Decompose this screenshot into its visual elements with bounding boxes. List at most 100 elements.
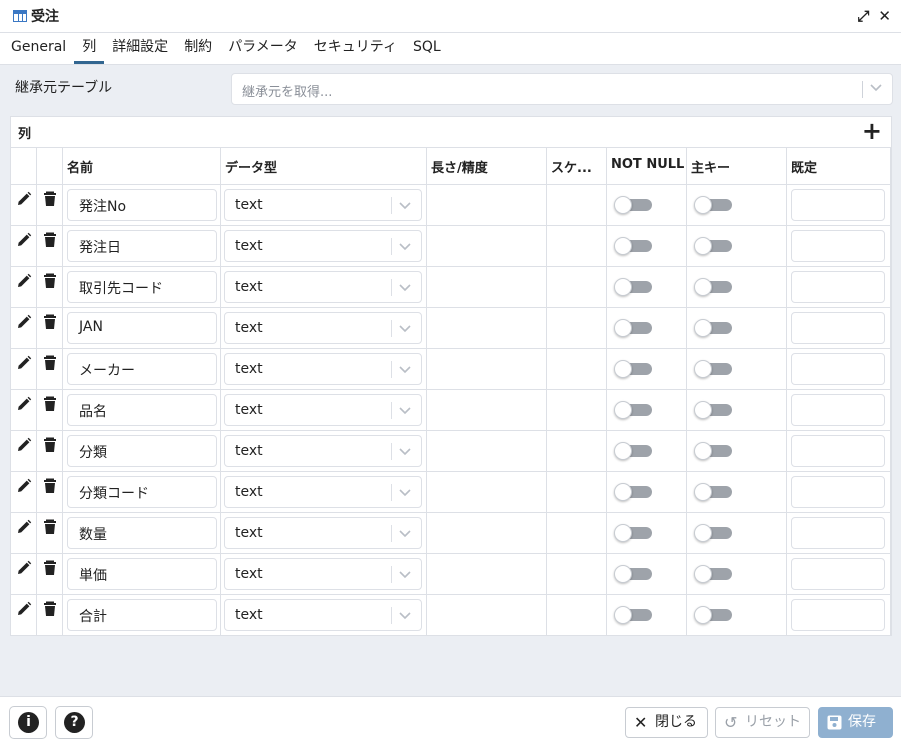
data-type-select[interactable]: text — [224, 558, 422, 590]
close-button[interactable]: ✕ 閉じる — [625, 707, 708, 738]
trash-icon[interactable] — [42, 560, 58, 576]
primary-key-toggle[interactable] — [694, 401, 732, 419]
trash-icon[interactable] — [42, 273, 58, 289]
pencil-icon[interactable] — [16, 232, 32, 248]
save-button[interactable]: 保存 — [818, 707, 893, 738]
pencil-icon[interactable] — [16, 560, 32, 576]
pencil-icon[interactable] — [16, 273, 32, 289]
data-type-select[interactable]: text — [224, 517, 422, 549]
data-type-select[interactable]: text — [224, 189, 422, 221]
column-name-input[interactable]: 数量 — [67, 517, 217, 549]
not-null-toggle[interactable] — [614, 483, 652, 501]
data-type-select[interactable]: text — [224, 435, 422, 467]
info-button[interactable]: i — [9, 706, 47, 739]
inherit-select[interactable]: 継承元を取得... — [231, 73, 893, 105]
data-type-value: text — [235, 443, 263, 459]
tab-advanced[interactable]: 詳細設定 — [104, 33, 176, 64]
column-name-input[interactable]: 発注日 — [67, 230, 217, 262]
primary-key-toggle[interactable] — [694, 483, 732, 501]
column-name-input[interactable]: 合計 — [67, 599, 217, 631]
default-value-input[interactable] — [791, 476, 885, 508]
not-null-toggle[interactable] — [614, 237, 652, 255]
default-value-input[interactable] — [791, 394, 885, 426]
pencil-icon[interactable] — [16, 601, 32, 617]
pencil-icon[interactable] — [16, 314, 32, 330]
primary-key-toggle[interactable] — [694, 360, 732, 378]
not-null-toggle[interactable] — [614, 196, 652, 214]
column-name-input[interactable]: メーカー — [67, 353, 217, 385]
name-cell: 分類コード — [63, 472, 221, 512]
data-type-value: text — [235, 320, 263, 336]
column-name-input[interactable]: 品名 — [67, 394, 217, 426]
data-type-select[interactable]: text — [224, 394, 422, 426]
data-type-select[interactable]: text — [224, 353, 422, 385]
maximize-icon[interactable]: ⤢ — [857, 7, 869, 25]
trash-icon[interactable] — [42, 191, 58, 207]
pencil-icon[interactable] — [16, 437, 32, 453]
primary-key-toggle[interactable] — [694, 278, 732, 296]
data-type-select[interactable]: text — [224, 312, 422, 344]
trash-icon[interactable] — [42, 314, 58, 330]
not-null-toggle[interactable] — [614, 401, 652, 419]
tab-sql[interactable]: SQL — [405, 33, 449, 64]
help-button[interactable]: ? — [55, 706, 93, 739]
add-column-button[interactable]: + — [862, 119, 882, 143]
default-value-input[interactable] — [791, 271, 885, 303]
tab-bar: General 列 詳細設定 制約 パラメータ セキュリティ SQL — [0, 33, 901, 65]
trash-icon[interactable] — [42, 355, 58, 371]
column-name-input[interactable]: JAN — [67, 312, 217, 344]
primary-key-toggle[interactable] — [694, 524, 732, 542]
default-value-input[interactable] — [791, 230, 885, 262]
column-name-input[interactable]: 発注No — [67, 189, 217, 221]
pencil-icon[interactable] — [16, 191, 32, 207]
trash-icon[interactable] — [42, 437, 58, 453]
column-name-input[interactable]: 取引先コード — [67, 271, 217, 303]
trash-icon[interactable] — [42, 396, 58, 412]
default-cell — [787, 472, 891, 512]
trash-icon[interactable] — [42, 601, 58, 617]
data-type-select[interactable]: text — [224, 476, 422, 508]
not-null-toggle[interactable] — [614, 360, 652, 378]
not-null-toggle[interactable] — [614, 442, 652, 460]
column-name-input[interactable]: 分類コード — [67, 476, 217, 508]
not-null-toggle[interactable] — [614, 319, 652, 337]
close-icon[interactable]: ✕ — [878, 7, 891, 25]
trash-icon[interactable] — [42, 519, 58, 535]
primary-key-toggle[interactable] — [694, 606, 732, 624]
column-name-input[interactable]: 単価 — [67, 558, 217, 590]
tab-constraints[interactable]: 制約 — [176, 33, 220, 64]
default-value-input[interactable] — [791, 189, 885, 221]
trash-icon[interactable] — [42, 232, 58, 248]
not-null-toggle[interactable] — [614, 606, 652, 624]
tab-security[interactable]: セキュリティ — [306, 33, 405, 64]
primary-key-toggle[interactable] — [694, 319, 732, 337]
default-value-input[interactable] — [791, 435, 885, 467]
default-value-input[interactable] — [791, 353, 885, 385]
not-null-toggle[interactable] — [614, 278, 652, 296]
default-value-input[interactable] — [791, 312, 885, 344]
not-null-toggle[interactable] — [614, 524, 652, 542]
tab-columns[interactable]: 列 — [74, 33, 105, 64]
column-name-input[interactable]: 分類 — [67, 435, 217, 467]
data-type-select[interactable]: text — [224, 599, 422, 631]
data-type-select[interactable]: text — [224, 271, 422, 303]
tab-parameters[interactable]: パラメータ — [220, 33, 306, 64]
pencil-icon[interactable] — [16, 396, 32, 412]
default-value-input[interactable] — [791, 599, 885, 631]
not-null-toggle[interactable] — [614, 565, 652, 583]
pencil-icon[interactable] — [16, 478, 32, 494]
chevron-down-icon[interactable] — [868, 79, 884, 95]
default-value-input[interactable] — [791, 558, 885, 590]
default-value-input[interactable] — [791, 517, 885, 549]
reset-button[interactable]: ↺ リセット — [715, 707, 810, 738]
primary-key-toggle[interactable] — [694, 237, 732, 255]
tab-general[interactable]: General — [3, 33, 74, 64]
pencil-icon[interactable] — [16, 519, 32, 535]
primary-key-toggle[interactable] — [694, 196, 732, 214]
pencil-icon[interactable] — [16, 355, 32, 371]
trash-icon[interactable] — [42, 478, 58, 494]
toggle-knob — [694, 278, 712, 296]
primary-key-toggle[interactable] — [694, 565, 732, 583]
primary-key-toggle[interactable] — [694, 442, 732, 460]
data-type-select[interactable]: text — [224, 230, 422, 262]
